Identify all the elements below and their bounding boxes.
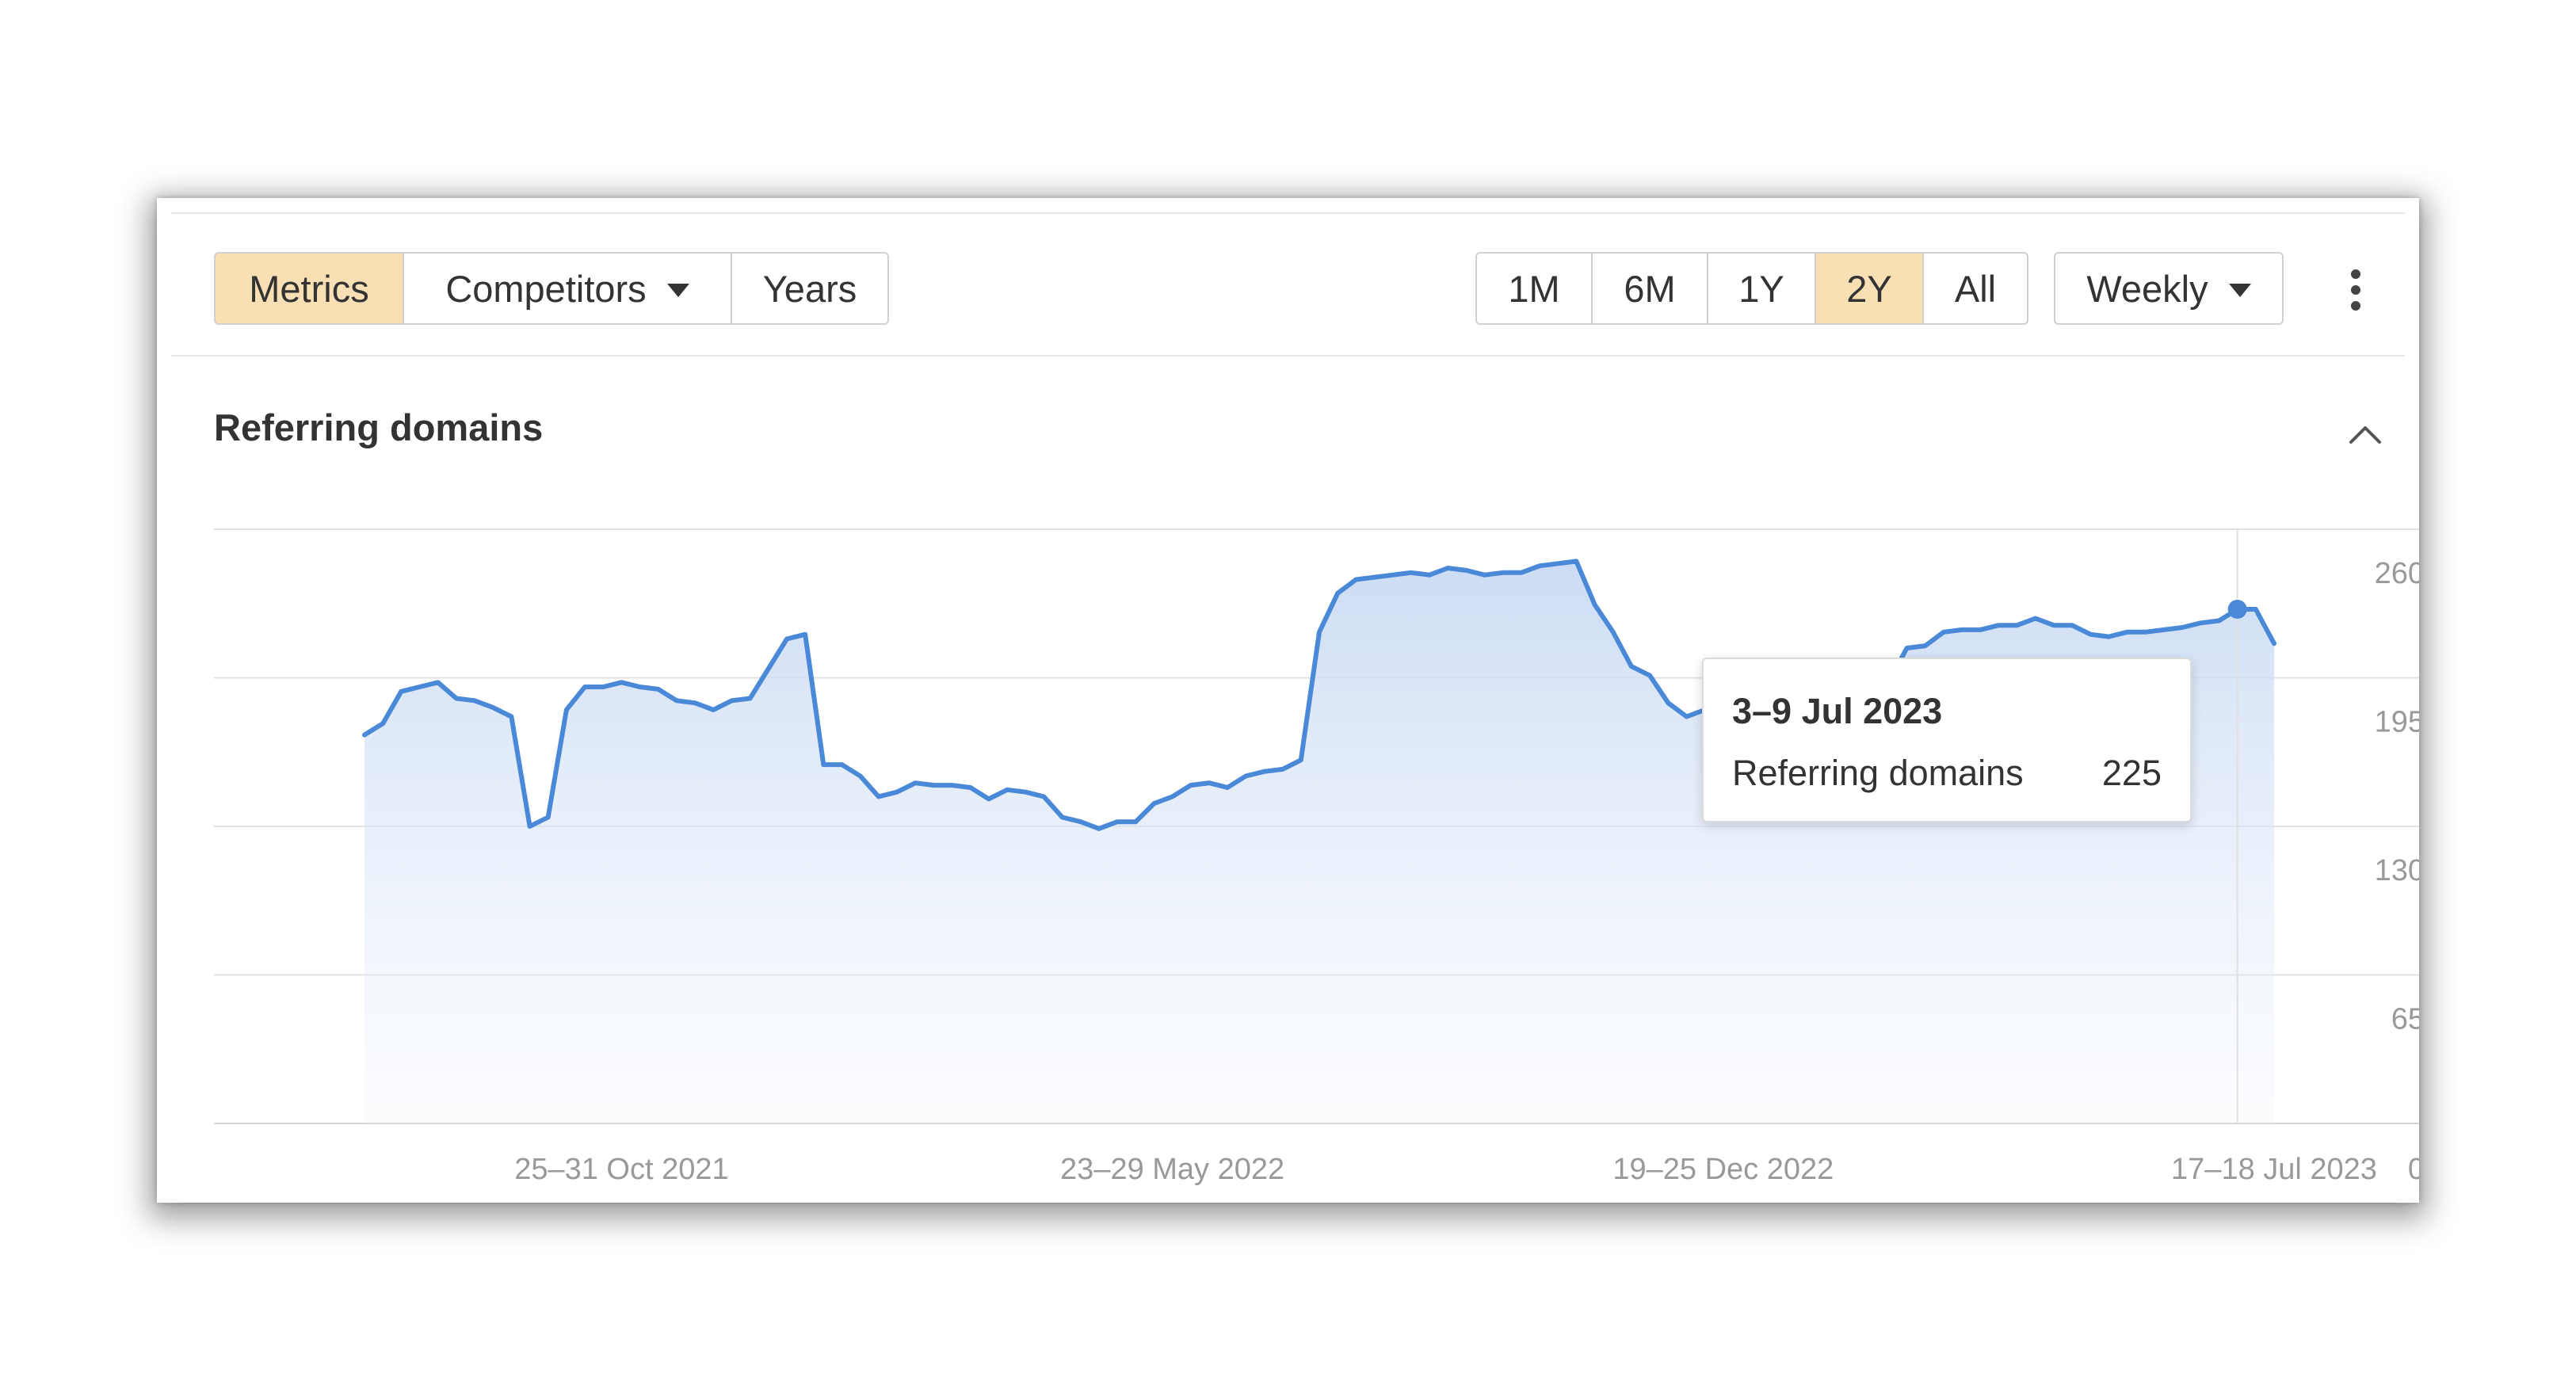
- chart-card: Metrics Competitors Years 1M 6M 1Y 2Y Al…: [157, 198, 2419, 1203]
- y-tick-label: 65: [2391, 1003, 2419, 1036]
- y-tick-label: 0: [2408, 1153, 2419, 1186]
- x-tick-label: 19–25 Dec 2022: [1612, 1153, 1834, 1186]
- tooltip-value: 225: [2101, 753, 2162, 793]
- y-tick-label: 260: [2375, 557, 2419, 590]
- x-tick-label: 23–29 May 2022: [1060, 1153, 1284, 1186]
- x-tick-label: 17–18 Jul 2023: [2171, 1153, 2377, 1186]
- y-tick-label: 195: [2375, 706, 2419, 739]
- hover-point: [2227, 599, 2247, 619]
- y-tick-label: 130: [2375, 854, 2419, 887]
- tooltip-date: 3–9 Jul 2023: [1732, 691, 1943, 731]
- tooltip: 3–9 Jul 2023 Referring domains 225: [1702, 658, 2192, 822]
- x-tick-label: 25–31 Oct 2021: [514, 1153, 728, 1186]
- tooltip-label: Referring domains: [1732, 753, 2024, 793]
